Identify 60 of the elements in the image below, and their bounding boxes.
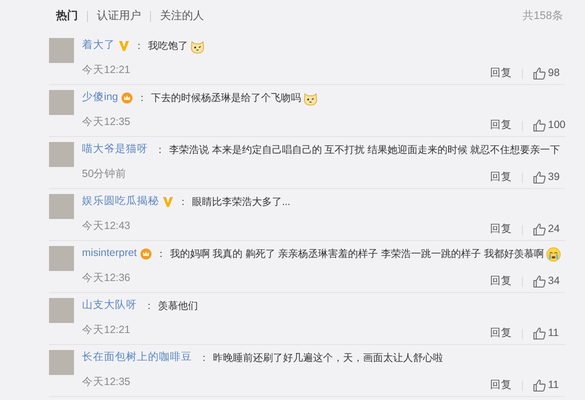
colon-separator: ： — [137, 92, 148, 106]
timestamp: 今天12:21 — [82, 63, 130, 78]
cat-face-emoji-icon — [190, 38, 205, 54]
like-count: 39 — [548, 170, 560, 185]
reply-link[interactable]: 回复 — [490, 66, 512, 82]
username-link[interactable]: 喵大爷是猫呀 — [82, 142, 148, 158]
like-count: 98 — [548, 66, 560, 81]
comment-text: 眼睛比李荣浩大多了... — [192, 196, 290, 210]
thumbs-up-icon[interactable] — [533, 223, 546, 236]
username-link[interactable]: 长在面包树上的咖啡豆 — [82, 350, 192, 366]
comment-text: 昨晚睡前还刷了好几遍这个，天，画面太让人舒心啦 — [213, 352, 443, 366]
thumbs-up-icon[interactable] — [533, 67, 546, 80]
like-count: 34 — [548, 274, 560, 289]
like-count: 11 — [548, 326, 559, 341]
reply-link[interactable]: 回复 — [490, 274, 512, 290]
like-count: 11 — [548, 378, 559, 393]
colon-separator: ： — [156, 248, 166, 262]
thumbs-up-icon[interactable] — [533, 119, 546, 132]
filter-tab[interactable]: 热门 — [56, 8, 78, 25]
comment-text: 我的妈啊 我真的 齁死了 亲亲杨丞琳害羞的样子 李荣浩一跳一跳的样子 我都好羡慕啊 — [170, 248, 544, 262]
crying-face-emoji-icon — [546, 246, 561, 262]
reply-link[interactable]: 回复 — [490, 170, 512, 186]
like-count: 100 — [548, 118, 566, 133]
timestamp: 50分钟前 — [82, 167, 127, 182]
comment-text: 李荣浩说 本来是约定自己唱自己的 互不打扰 结果她迎面走来的时候 就忍不住想要亲一下 — [169, 144, 560, 158]
comment-text: 羡慕他们 — [158, 300, 198, 314]
thumbs-up-icon[interactable] — [533, 275, 546, 288]
reply-link[interactable]: 回复 — [490, 326, 512, 342]
timestamp: 今天12:43 — [82, 219, 130, 234]
comment-text: 下去的时候杨丞琳是给了个飞吻吗 — [151, 92, 302, 106]
colon-separator: ： — [155, 144, 165, 158]
reply-link[interactable]: 回复 — [490, 118, 512, 134]
comment-count: 共158条 — [522, 9, 563, 24]
username-link[interactable]: 少傻ing — [82, 90, 118, 106]
crown-badge-icon — [140, 248, 152, 260]
filter-tab[interactable]: 认证用户 — [97, 8, 141, 25]
username-link[interactable]: 山支大队呀 — [82, 298, 137, 314]
crown-badge-icon — [121, 92, 134, 104]
timestamp: 今天12:21 — [82, 323, 130, 338]
filter-tab[interactable]: 关注的人 — [160, 8, 204, 25]
reply-link[interactable]: 回复 — [490, 222, 512, 238]
colon-separator: ： — [178, 196, 188, 210]
username-link[interactable]: misinterpret — [82, 246, 137, 262]
v-badge-icon — [162, 196, 174, 208]
like-count: 24 — [548, 222, 560, 237]
thumbs-up-icon[interactable] — [533, 171, 546, 184]
v-badge-icon — [118, 40, 130, 52]
cat-face-emoji-icon — [303, 90, 318, 106]
thumbs-up-icon[interactable] — [533, 327, 546, 340]
reply-link[interactable]: 回复 — [490, 378, 512, 394]
username-link[interactable]: 娱乐圆吃瓜揭秘 — [82, 194, 159, 210]
colon-separator: ： — [199, 352, 209, 366]
comment-text: 我吃饱了 — [148, 40, 188, 54]
thumbs-up-icon[interactable] — [533, 379, 546, 392]
colon-separator: ： — [134, 40, 144, 54]
timestamp: 今天12:35 — [82, 375, 130, 390]
username-link[interactable]: 着大了 — [82, 38, 115, 54]
timestamp: 今天12:36 — [82, 271, 130, 286]
colon-separator: ： — [144, 300, 154, 314]
timestamp: 今天12:35 — [82, 115, 130, 130]
